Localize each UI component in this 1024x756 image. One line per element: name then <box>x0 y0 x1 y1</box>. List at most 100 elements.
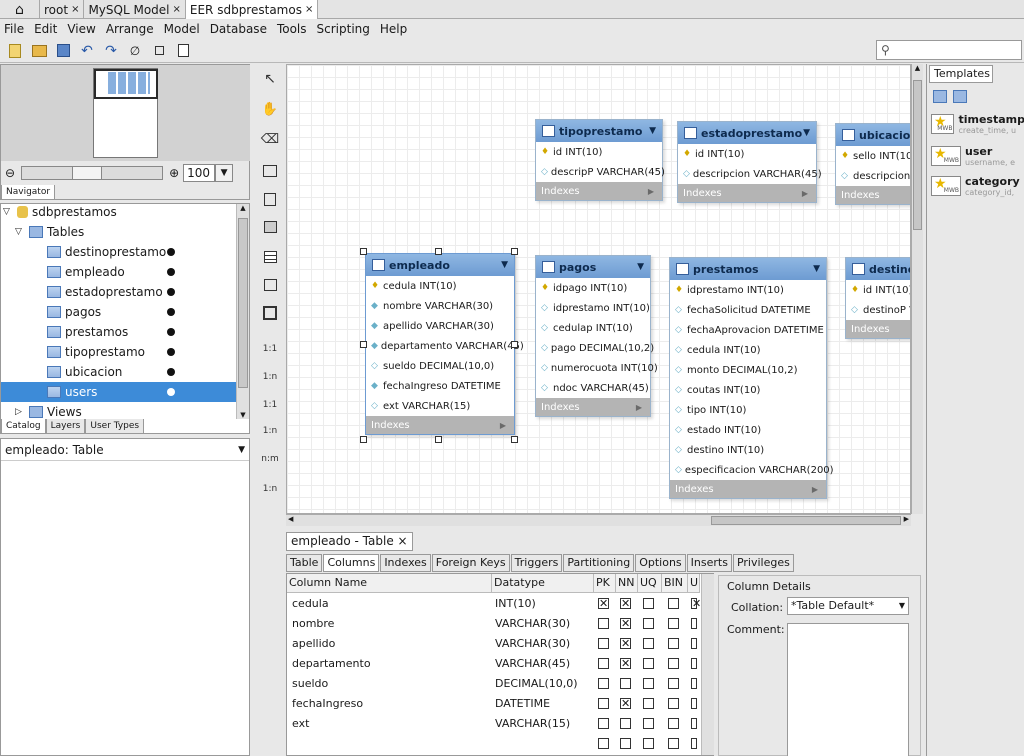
eraser-tool[interactable]: ⌫ <box>257 128 283 150</box>
subtab-options[interactable]: Options <box>635 554 686 572</box>
entity-column[interactable]: ♦ sello INT(10) <box>836 146 910 166</box>
scrollbar-thumb[interactable] <box>238 218 248 388</box>
resize-handle[interactable] <box>360 248 367 255</box>
entity-column[interactable]: ◇ descripcion V <box>836 166 910 186</box>
tab-templates[interactable]: Templates <box>929 65 993 83</box>
close-icon[interactable]: × <box>173 4 181 15</box>
template-category[interactable]: ★ MWB category category_id, <box>931 176 1024 200</box>
entity-column[interactable]: ◇ estado INT(10) <box>670 420 826 440</box>
menu-view[interactable]: View <box>67 22 95 36</box>
relationship-n-m-tool[interactable]: n:m <box>257 448 283 470</box>
tree-schema[interactable]: ▽ sdbprestamos <box>1 204 236 222</box>
column-name-cell[interactable]: departamento <box>292 654 371 674</box>
entity-header[interactable]: prestamos ▼ <box>670 258 826 280</box>
resize-handle[interactable] <box>360 436 367 443</box>
entity-column[interactable]: ◇ descripP VARCHAR(45) <box>536 162 665 182</box>
scroll-up-icon[interactable]: ▲ <box>912 64 923 72</box>
table-row[interactable]: fechaIngreso DATETIME ✕ <box>287 694 701 714</box>
home-tab[interactable]: ⌂ <box>0 0 40 19</box>
relationship-1-n-nonid-tool[interactable]: 1:n <box>257 420 283 442</box>
pointer-tool[interactable]: ↖ <box>257 68 283 90</box>
close-icon[interactable]: × <box>305 4 313 15</box>
pk-checkbox[interactable] <box>598 638 609 649</box>
column-name-cell[interactable]: sueldo <box>292 674 328 694</box>
entity-column[interactable]: ◇ numerocuota INT(10) <box>536 358 658 378</box>
nn-checkbox[interactable]: ✕ <box>620 598 631 609</box>
entity-column[interactable]: ♦ idpago INT(10) <box>536 278 650 298</box>
entity-column[interactable]: ◇ coutas INT(10) <box>670 380 826 400</box>
entity-column[interactable]: ◇ destino INT(10) <box>670 440 826 460</box>
table-row[interactable] <box>287 734 701 754</box>
entity-indexes[interactable]: Indexes ▶ <box>678 184 816 202</box>
entity-column[interactable]: ◇ tipo INT(10) <box>670 400 826 420</box>
entity-pagos[interactable]: pagos ▼ ♦ idpago INT(10) ◇ idprestamo INT(… <box>535 255 658 417</box>
entity-header[interactable]: pagos ▼ <box>536 256 650 278</box>
note-tool[interactable] <box>257 188 283 210</box>
column-name-cell[interactable]: apellido <box>292 634 335 654</box>
menu-tools[interactable]: Tools <box>277 22 307 36</box>
uq-checkbox[interactable] <box>643 618 654 629</box>
uq-checkbox[interactable] <box>643 678 654 689</box>
subtab-table[interactable]: Table <box>286 554 323 572</box>
tree-tables[interactable]: ▽ Tables <box>1 222 236 242</box>
bin-checkbox[interactable] <box>668 658 679 669</box>
scroll-right-icon[interactable]: ▶ <box>904 515 909 523</box>
tree-views[interactable]: ▷ Views <box>1 402 236 419</box>
un-checkbox[interactable] <box>691 658 697 669</box>
entity-indexes[interactable]: Indexes ▶ <box>536 398 650 416</box>
chevron-down-icon[interactable]: ▼ <box>637 262 644 272</box>
uq-checkbox[interactable] <box>643 638 654 649</box>
entity-column[interactable]: ♦ id INT(10) <box>536 142 662 162</box>
tree-table-destinoprestamo[interactable]: destinoprestamo <box>1 242 236 262</box>
datatype-cell[interactable]: VARCHAR(15) <box>495 714 570 734</box>
menu-arrange[interactable]: Arrange <box>106 22 154 36</box>
undo-button[interactable]: ↶ <box>76 42 98 60</box>
header-nn[interactable]: NN <box>616 574 638 593</box>
table-row[interactable]: apellido VARCHAR(30) ✕ <box>287 634 701 654</box>
entity-ubicacion[interactable]: ubicacion ♦sello INT(10) ◇descripcion V … <box>835 123 910 205</box>
tree-table-ubicacion[interactable]: ubicacion <box>1 362 236 382</box>
entity-column[interactable]: ◇ cedula INT(10) <box>670 340 826 360</box>
entity-prestamos[interactable]: prestamos ▼ ♦ idprestamo INT(10) ◇ fechaSo… <box>669 257 834 499</box>
entity-header[interactable]: tipoprestamo ▼ <box>536 120 662 142</box>
table-row[interactable]: sueldo DECIMAL(10,0) <box>287 674 701 694</box>
entity-column[interactable]: ◇ ext VARCHAR(15) <box>366 396 514 416</box>
chevron-down-icon[interactable]: ▼ <box>899 598 905 614</box>
relationship-1-1-tool[interactable]: 1:1 <box>257 338 283 360</box>
un-checkbox[interactable] <box>691 718 697 729</box>
uq-checkbox[interactable] <box>643 698 654 709</box>
entity-header[interactable]: destino <box>846 258 910 280</box>
table-row[interactable]: cedula INT(10) ✕ ✕ ✕ <box>287 594 701 614</box>
bin-checkbox[interactable] <box>668 698 679 709</box>
entity-column[interactable]: ◇ cedulap INT(10) <box>536 318 650 338</box>
datatype-cell[interactable]: VARCHAR(30) <box>495 614 570 634</box>
tree-table-tipoprestamo[interactable]: tipoprestamo <box>1 342 236 362</box>
entity-column[interactable]: ♦ id INT(10) <box>678 144 816 164</box>
subtab-privileges[interactable]: Privileges <box>732 554 794 572</box>
nn-checkbox[interactable] <box>620 738 631 749</box>
tree-table-users[interactable]: users <box>1 382 236 402</box>
expand-icon[interactable]: ▶ <box>802 189 808 198</box>
entity-column[interactable]: ◇ fechaAprovacion DATETIME <box>670 320 826 340</box>
entity-estadoprestamo[interactable]: estadoprestamo ▼ ♦ id INT(10) ◇ descripcio… <box>677 121 822 203</box>
close-icon[interactable]: × <box>398 534 408 548</box>
save-button[interactable] <box>52 42 74 60</box>
pk-checkbox[interactable] <box>598 618 609 629</box>
entity-column[interactable]: ◆ fechaIngreso DATETIME <box>366 376 514 396</box>
bin-checkbox[interactable] <box>668 718 679 729</box>
zoom-slider-thumb[interactable] <box>72 166 103 180</box>
zoom-in-icon[interactable]: ⊕ <box>169 166 179 180</box>
expand-icon[interactable]: ▶ <box>636 403 642 412</box>
table-row[interactable]: nombre VARCHAR(30) ✕ <box>287 614 701 634</box>
table-row[interactable]: ext VARCHAR(15) <box>287 714 701 734</box>
entity-column[interactable]: ♦ cedula INT(10) <box>366 276 514 296</box>
chevron-down-icon[interactable]: ▼ <box>501 260 508 270</box>
nn-checkbox[interactable]: ✕ <box>620 658 631 669</box>
bin-checkbox[interactable] <box>668 598 679 609</box>
tree-table-prestamos[interactable]: prestamos <box>1 322 236 342</box>
entity-header[interactable]: estadoprestamo ▼ <box>678 122 816 144</box>
entity-column[interactable]: ◇ descripcion VARCHAR(45) <box>678 164 822 184</box>
uq-checkbox[interactable] <box>643 658 654 669</box>
close-icon[interactable]: × <box>71 4 79 15</box>
entity-column[interactable]: ◇ ndoc VARCHAR(45) <box>536 378 650 398</box>
